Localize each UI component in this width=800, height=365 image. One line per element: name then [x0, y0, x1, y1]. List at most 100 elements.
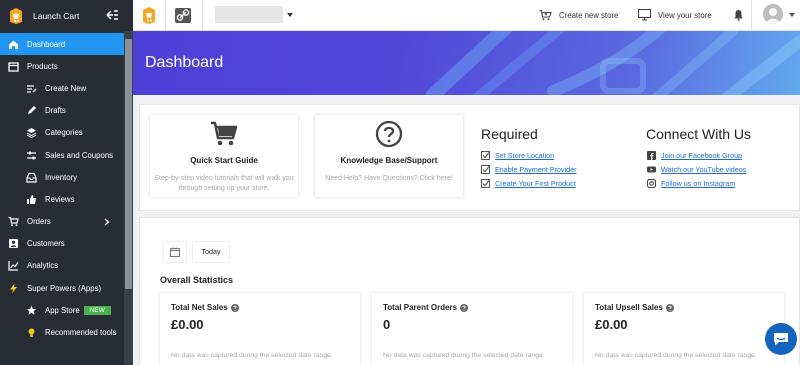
lightning-icon [10, 283, 17, 294]
stat-value: 0 [383, 317, 391, 332]
youtube-link[interactable]: Watch our YouTube videos [647, 165, 746, 174]
sidebar-item-categories[interactable]: Categories [0, 122, 124, 144]
sidebar-item-customers[interactable]: Customers [0, 233, 124, 255]
collapse-sidebar-icon[interactable] [106, 9, 119, 21]
help-icon[interactable] [460, 303, 469, 312]
link-label: Join our Facebook Group [661, 151, 743, 160]
top-bar: Create new store View your store [133, 0, 800, 31]
stat-label-text: Total Net Sales [171, 303, 228, 312]
checkbox-checked-icon [481, 179, 490, 188]
view-your-store-button[interactable]: View your store [638, 9, 712, 21]
sidebar-item-sales-and-coupons[interactable]: Sales and Coupons [0, 144, 124, 166]
create-first-product-link[interactable]: Create Your First Product [481, 179, 576, 188]
calendar-icon [170, 247, 180, 257]
main-content: Quick Start Guide Step-by-step video tut… [133, 95, 800, 365]
banner-decoration [426, 31, 800, 95]
help-icon[interactable] [230, 303, 239, 312]
create-new-store-button[interactable]: Create new store [539, 9, 618, 21]
divider [165, 0, 166, 31]
thumb-up-icon [27, 194, 36, 204]
sidebar-item-analytics[interactable]: Analytics [0, 255, 124, 277]
cart-icon [8, 216, 19, 227]
sidebar-scrollbar-thumb[interactable] [125, 39, 132, 289]
checkbox-checked-icon [481, 165, 490, 174]
quick-start-guide-card[interactable]: Quick Start Guide Step-by-step video tut… [150, 115, 298, 197]
today-button[interactable]: Today [193, 242, 229, 262]
sidebar-item-dashboard[interactable]: Dashboard [0, 33, 124, 56]
sidebar-item-create-new[interactable]: Create New [0, 77, 124, 99]
facebook-group-link[interactable]: Join our Facebook Group [647, 151, 742, 160]
sidebar-item-label: Create New [45, 83, 87, 93]
divider [751, 0, 752, 31]
link-label: Create Your First Product [495, 179, 576, 188]
box-icon [8, 62, 19, 72]
sidebar-scrollbar[interactable] [124, 31, 133, 365]
sidebar-item-drafts[interactable]: Drafts [0, 100, 124, 122]
facebook-icon [647, 151, 656, 160]
instagram-icon [647, 179, 656, 188]
star-icon [26, 305, 37, 315]
stat-value: £0.00 [595, 317, 628, 332]
sidebar-item-label: Recommended tools [45, 328, 117, 338]
bell-icon[interactable] [733, 9, 744, 21]
stat-note: No data was captured during the selected… [383, 352, 545, 359]
inbox-icon [26, 172, 37, 183]
sidebar-item-label: Reviews [45, 194, 75, 204]
avatar[interactable] [763, 4, 783, 24]
add-cart-icon [539, 9, 552, 21]
launch-cart-logo-icon[interactable] [141, 6, 157, 25]
caret-down-icon [287, 13, 293, 17]
checkbox-checked-icon [481, 151, 490, 160]
sidebar-item-label: App Store [45, 305, 80, 315]
connect-title: Connect With Us [646, 126, 752, 142]
pencil-icon [28, 106, 36, 115]
link-label: Set Store Location [495, 151, 555, 160]
instagram-link[interactable]: Follow us on Instagram [647, 179, 735, 188]
set-store-location-link[interactable]: Set Store Location [481, 151, 554, 160]
overall-statistics-title: Overall Statistics [160, 275, 234, 285]
sidebar-item-inventory[interactable]: Inventory [0, 166, 124, 188]
store-selector[interactable] [215, 6, 295, 23]
total-upsell-sales-card: Total Upsell Sales £0.00 No data was cap… [584, 293, 784, 365]
divider [202, 0, 203, 31]
sidebar-item-super-powers[interactable]: Super Powers (Apps) [0, 277, 124, 299]
sidebar-item-app-store[interactable]: App Store NEW [0, 299, 124, 321]
help-icon[interactable] [665, 303, 674, 312]
user-icon [766, 8, 780, 24]
person-box-icon [9, 239, 18, 249]
card-title: Quick Start Guide [190, 156, 258, 165]
chat-button[interactable] [765, 323, 797, 355]
stat-note: No data was captured during the selected… [171, 352, 333, 359]
stat-label-text: Total Parent Orders [383, 303, 458, 312]
enable-payment-provider-link[interactable]: Enable Payment Provider [481, 165, 577, 174]
statistics-panel: Today Overall Statistics Total Net Sales… [139, 217, 800, 365]
monitor-icon [638, 9, 651, 21]
stat-note: No data was captured during the selected… [595, 352, 757, 359]
card-description: Step-by-step video tutorials that will w… [154, 175, 294, 192]
sidebar: Launch Cart Dashboard Products Create Ne… [0, 0, 133, 365]
link-label: Watch our YouTube videos [661, 165, 747, 174]
date-picker-button[interactable] [164, 242, 186, 262]
chevron-right-icon [104, 218, 110, 225]
sidebar-item-recommended-tools[interactable]: Recommended tools [0, 321, 124, 343]
sidebar-item-label: Products [27, 61, 58, 71]
sidebar-item-products[interactable]: Products [0, 55, 124, 77]
sidebar-item-reviews[interactable]: Reviews [0, 188, 124, 210]
stat-value: £0.00 [171, 317, 204, 332]
sidebar-nav: Dashboard Products Create New Drafts Cat… [0, 33, 124, 344]
sidebar-item-label: Orders [27, 217, 51, 227]
knowledge-base-card[interactable]: Knowledge Base/Support Need Help? Have Q… [315, 115, 463, 197]
youtube-icon [647, 166, 656, 173]
page-title: Dashboard [145, 54, 224, 71]
link-icon[interactable] [175, 8, 191, 23]
sidebar-item-label: Analytics [27, 261, 59, 271]
stat-label: Total Net Sales [171, 303, 239, 312]
link-label: Follow us on Instagram [661, 179, 736, 188]
caret-down-icon[interactable] [789, 13, 795, 17]
sidebar-item-orders[interactable]: Orders [0, 211, 124, 233]
sidebar-item-label: Drafts [45, 106, 66, 116]
sidebar-item-label: Inventory [45, 172, 78, 182]
bulb-icon [28, 328, 35, 338]
sidebar-item-label: Dashboard [27, 39, 66, 49]
stat-label: Total Upsell Sales [595, 303, 674, 312]
